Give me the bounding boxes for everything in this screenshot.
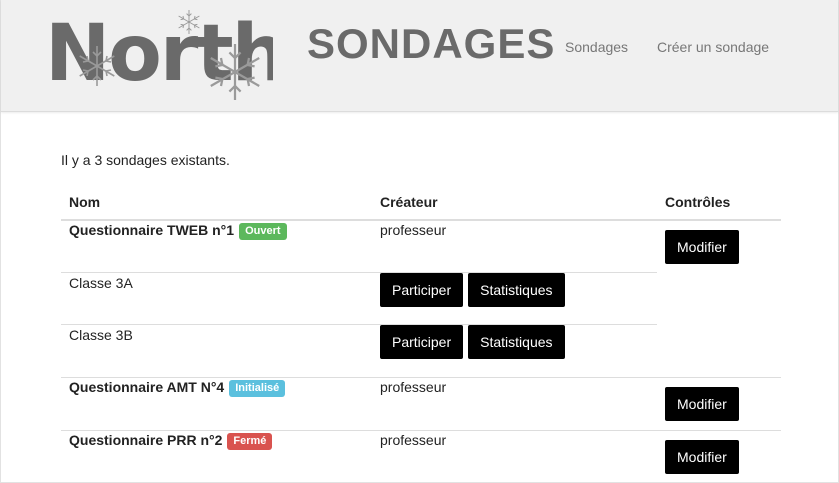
survey-creator: professeur (380, 378, 447, 395)
column-header-controles: Contrôles (657, 184, 781, 221)
modify-button[interactable]: Modifier (665, 386, 739, 421)
nav-sondages-link[interactable]: Sondages (565, 39, 628, 55)
class-name-cell: Classe 3A (61, 271, 372, 324)
participate-button[interactable]: Participer (380, 324, 464, 359)
survey-name-cell: Questionnaire PRR n°2 Fermé (61, 429, 372, 483)
northpoll-logo[interactable]: NorthPoll (45, 8, 273, 108)
surveys-count-text: Il y a 3 sondages existants. (61, 152, 230, 168)
table-header-row: Nom Créateur Contrôles (61, 184, 781, 221)
survey-name-cell: Questionnaire AMT N°4 Initialisé (61, 376, 372, 430)
survey-controls-cell: Modifier (657, 220, 781, 377)
survey-name: Questionnaire PRR n°2 (69, 431, 223, 448)
statistics-button[interactable]: Statistiques (468, 272, 565, 307)
surveys-table: Nom Créateur Contrôles Questionnaire TWE… (61, 184, 781, 483)
participate-button[interactable]: Participer (380, 272, 464, 307)
survey-creator-cell: professeur (372, 429, 657, 483)
status-badge: Ouvert (239, 223, 287, 240)
modify-button[interactable]: Modifier (665, 439, 739, 474)
site-header: NorthPoll SONDAGES Sondages Créer un son… (1, 0, 838, 112)
nav-create-survey-link[interactable]: Créer un sondage (657, 39, 769, 55)
statistics-button[interactable]: Statistiques (468, 324, 565, 359)
survey-creator: professeur (380, 222, 447, 238)
class-name: Classe 3A (69, 274, 133, 291)
survey-creator-cell: professeur (372, 220, 657, 272)
page: NorthPoll SONDAGES Sondages Créer un son… (0, 0, 839, 483)
survey-name: Questionnaire TWEB n°1 (69, 222, 235, 238)
class-name: Classe 3B (69, 326, 133, 343)
survey-name-cell: Questionnaire TWEB n°1 Ouvert (61, 220, 372, 272)
survey-row: Questionnaire TWEB n°1 Ouvert professeur … (61, 220, 781, 272)
column-header-createur: Créateur (372, 184, 657, 221)
survey-creator-cell: professeur (372, 376, 657, 430)
survey-controls-cell: Modifier (657, 429, 781, 483)
status-badge: Fermé (227, 432, 273, 450)
logo-graphic: NorthPoll (45, 9, 273, 102)
status-badge: Initialisé (229, 379, 286, 397)
column-header-nom: Nom (61, 184, 372, 221)
survey-creator: professeur (380, 431, 447, 448)
class-actions-cell: Participer Statistiques (372, 323, 657, 377)
class-actions-cell: Participer Statistiques (372, 271, 657, 324)
class-name-cell: Classe 3B (61, 323, 372, 377)
survey-row: Questionnaire AMT N°4 Initialisé professe… (61, 376, 781, 430)
survey-controls-cell: Modifier (657, 376, 781, 430)
survey-name: Questionnaire AMT N°4 (69, 378, 225, 395)
modify-button[interactable]: Modifier (665, 230, 739, 264)
survey-row: Questionnaire PRR n°2 Fermé professeur Mo… (61, 429, 781, 483)
site-title: SONDAGES (307, 20, 556, 67)
